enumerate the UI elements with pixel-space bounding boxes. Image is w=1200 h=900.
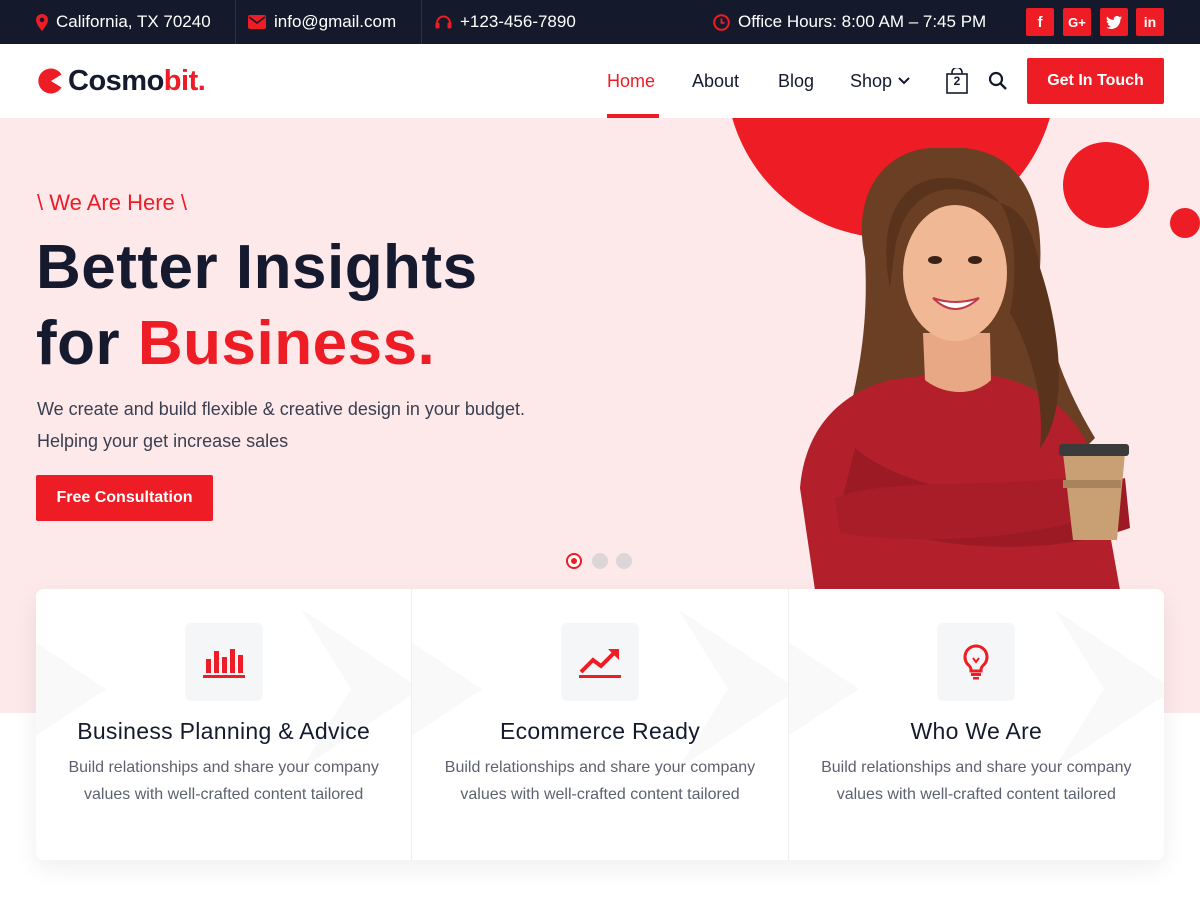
search-icon[interactable] xyxy=(988,71,1008,91)
feature-description: Build relationships and share your compa… xyxy=(821,759,1132,803)
main-header: Cosmobit. Home About Blog Shop 2 Get In … xyxy=(0,44,1200,118)
office-hours-text: Office Hours: 8:00 AM – 7:45 PM xyxy=(738,12,987,31)
slider-dot-1[interactable] xyxy=(566,553,582,569)
nav-blog[interactable]: Blog xyxy=(778,44,814,118)
headset-icon xyxy=(435,14,452,30)
envelope-icon xyxy=(248,15,266,29)
hero-description: We create and build flexible & creative … xyxy=(37,399,525,451)
decorative-chevron xyxy=(788,642,859,736)
cart-count: 2 xyxy=(953,74,961,88)
features-panel: Business Planning & Advice Build relatio… xyxy=(36,589,1164,860)
top-bar: California, TX 70240 info@gmail.com +123… xyxy=(0,0,1200,44)
email-item[interactable]: info@gmail.com xyxy=(248,0,396,44)
bar-chart-icon xyxy=(184,623,263,701)
nav-shop-label: Shop xyxy=(850,70,893,91)
decorative-chevron xyxy=(412,642,483,736)
hero-woman-image xyxy=(800,148,1130,590)
logo-mark-icon xyxy=(38,68,62,94)
feature-description: Build relationships and share your compa… xyxy=(68,759,379,803)
feature-card[interactable]: Business Planning & Advice Build relatio… xyxy=(36,589,413,860)
address-text: California, TX 70240 xyxy=(56,12,211,31)
twitter-icon[interactable] xyxy=(1100,8,1128,36)
decorative-chevron xyxy=(36,642,106,736)
feature-card[interactable]: Who We Are Build relationships and share… xyxy=(788,589,1164,860)
get-in-touch-button[interactable]: Get In Touch xyxy=(1027,58,1164,104)
map-pin-icon xyxy=(36,13,48,31)
divider xyxy=(421,0,422,44)
lightbulb-icon xyxy=(937,623,1016,701)
linkedin-icon[interactable]: in xyxy=(1136,8,1164,36)
phone-text[interactable]: +123-456-7890 xyxy=(460,12,576,32)
trend-up-icon xyxy=(560,623,639,701)
email-text[interactable]: info@gmail.com xyxy=(274,12,396,32)
feature-title: Business Planning & Advice xyxy=(77,718,371,744)
logo-text: Cosmobit. xyxy=(68,64,206,97)
facebook-icon[interactable]: f xyxy=(1026,8,1054,36)
nav-about[interactable]: About xyxy=(692,44,739,118)
divider xyxy=(235,0,236,44)
nav-shop[interactable]: Shop xyxy=(850,44,911,118)
slider-dot-2[interactable] xyxy=(592,553,608,569)
chevron-down-icon xyxy=(898,77,910,85)
decorative-chevron xyxy=(301,609,412,769)
decorative-chevron xyxy=(677,609,788,769)
hero-eyebrow: \ We Are Here \ xyxy=(37,190,187,215)
decorative-chevron xyxy=(1053,609,1164,769)
feature-description: Build relationships and share your compa… xyxy=(444,759,756,803)
logo[interactable]: Cosmobit. xyxy=(36,64,206,98)
address-item: California, TX 70240 xyxy=(36,0,211,44)
decorative-circle xyxy=(1170,208,1200,238)
clock-icon xyxy=(713,13,730,31)
google-plus-icon[interactable]: G+ xyxy=(1063,8,1091,36)
phone-item[interactable]: +123-456-7890 xyxy=(435,0,576,44)
feature-title: Ecommerce Ready xyxy=(499,718,701,744)
feature-title: Who We Are xyxy=(910,718,1043,744)
hero-headline: Better Insights for Business. xyxy=(36,233,478,378)
nav-home[interactable]: Home xyxy=(607,44,655,118)
slider-dot-3[interactable] xyxy=(616,553,632,569)
free-consultation-button[interactable]: Free Consultation xyxy=(36,475,213,521)
feature-card[interactable]: Ecommerce Ready Build relationships and … xyxy=(412,589,789,860)
office-hours-item: Office Hours: 8:00 AM – 7:45 PM xyxy=(713,0,986,44)
